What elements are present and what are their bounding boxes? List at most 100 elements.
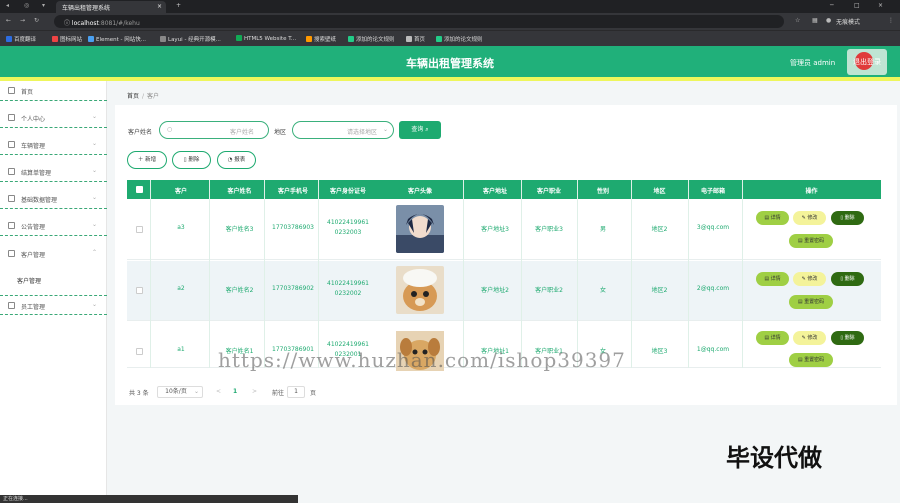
sidebar-item-label: 公告管理 [21, 224, 46, 231]
close-window-icon[interactable]: × [878, 2, 883, 9]
row-checkbox[interactable] [136, 226, 143, 233]
sidebar-item-profile[interactable]: 个人中心 ⌄ [0, 108, 107, 128]
trash-icon: ▯ [840, 276, 844, 282]
add-button[interactable]: ＋ 新增 [127, 151, 167, 169]
sidebar-item-staff[interactable]: 员工管理 ⌄ [0, 295, 107, 315]
maximize-icon[interactable]: □ [854, 2, 860, 9]
edit-button[interactable]: ✎ 修改 [793, 331, 826, 345]
customer-name-input[interactable]: ○ 客户姓名 [159, 121, 269, 139]
trash-icon: ▯ [840, 215, 844, 221]
breadcrumb-separator: / [142, 93, 145, 100]
delete-button[interactable]: ▯ 删除 [172, 151, 211, 169]
browser-tab[interactable]: 车辆出租管理系统 × [56, 1, 166, 13]
row-delete-button[interactable]: ▯ 删除 [831, 211, 864, 225]
sidebar-item-customer[interactable]: 客户管理 ⌃ [0, 244, 107, 264]
chevron-down-icon: ⌄ [194, 388, 200, 395]
new-tab-icon[interactable]: + [176, 2, 181, 9]
sidebar-item-home[interactable]: 首页 [0, 81, 107, 101]
doc-icon: ▤ [764, 335, 770, 341]
sidebar-item-label: 基础数据管理 [21, 197, 58, 204]
bookmark-item[interactable]: 搜索壁纸 [306, 35, 336, 43]
bookmark-item[interactable]: Layui - 经典开源模... [160, 35, 221, 43]
doc-icon: ▤ [797, 299, 803, 305]
bookmark-item[interactable]: HTML5 Website T... [236, 35, 296, 42]
bookmark-item[interactable]: Element - 网站快... [88, 35, 146, 43]
sidebar-item-notice[interactable]: 公告管理 ⌄ [0, 216, 107, 236]
column-divider [318, 180, 319, 368]
cell-email: 3@qq.com [696, 224, 730, 231]
chevron-down-icon: ⌄ [92, 221, 98, 228]
reload-icon[interactable]: ↻ [34, 17, 39, 24]
star-icon[interactable]: ☆ [795, 17, 800, 24]
detail-button[interactable]: ▤ 详情 [756, 331, 789, 345]
reset-password-button[interactable]: ▤ 重置密码 [789, 353, 833, 367]
row-delete-button[interactable]: ▯ 删除 [831, 331, 864, 345]
area-select[interactable]: 请选择地区 ⌄ [292, 121, 394, 139]
bookmark-item[interactable]: 图标网站 [52, 35, 82, 43]
url-field[interactable]: ⓘ localhost:8081/#/kehu [54, 15, 784, 28]
sidebar-item-settlement[interactable]: 结算单管理 ⌄ [0, 162, 107, 182]
cell-area: 地区2 [651, 226, 668, 233]
doc-icon: ▤ [764, 276, 770, 282]
prev-page-button[interactable]: < [216, 388, 221, 395]
close-tab-icon[interactable]: × [157, 3, 162, 10]
cell-job: 客户职业2 [535, 287, 563, 294]
bookmarks-bar: 百度翻译 图标网站 Element - 网站快... Layui - 经典开源模… [0, 30, 900, 46]
sidebar-item-label: 员工管理 [21, 304, 46, 311]
logout-button[interactable]: 退出登录 [847, 49, 887, 75]
row-delete-button[interactable]: ▯ 删除 [831, 272, 864, 286]
column-divider [264, 180, 265, 368]
breadcrumb-home[interactable]: 首页 [127, 93, 139, 100]
search-icon: ○ [167, 126, 173, 133]
select-all-checkbox[interactable] [136, 186, 143, 193]
bookmark-item[interactable]: 百度翻译 [6, 35, 36, 43]
page-unit-label: 页 [310, 390, 317, 397]
app-title: 车辆出租管理系统 [406, 57, 494, 70]
next-page-button[interactable]: > [252, 388, 257, 395]
add-label: 新增 [145, 157, 157, 163]
bookmark-item[interactable]: 添加的论文规则 [436, 35, 483, 43]
column-divider [209, 180, 210, 368]
report-button[interactable]: ◔ 报表 [217, 151, 256, 169]
cell-id: 41022419961 0232002 [327, 280, 369, 297]
edit-button[interactable]: ✎ 修改 [793, 211, 826, 225]
sidebar-subitem-customer[interactable]: 客户管理 [17, 276, 41, 285]
reset-password-button[interactable]: ▤ 重置密码 [789, 234, 833, 248]
edit-button[interactable]: ✎ 修改 [793, 272, 826, 286]
cell-address: 客户地址2 [481, 287, 509, 294]
cell-email: 2@qq.com [696, 285, 730, 292]
query-button[interactable]: 查询 ⌕ [399, 121, 441, 139]
detail-button[interactable]: ▤ 详情 [756, 272, 789, 286]
back-icon[interactable]: ← [6, 17, 11, 24]
database-icon [8, 195, 15, 202]
user-icon [8, 114, 15, 121]
vue-icon: ▾ [42, 2, 46, 9]
bookmark-item[interactable]: 首页 [406, 35, 425, 43]
sidebar-item-cars[interactable]: 车辆管理 ⌄ [0, 135, 107, 155]
user-label: 管理员 admin [790, 59, 836, 67]
row-checkbox[interactable] [136, 348, 143, 355]
extension-icon[interactable]: ▦ [812, 17, 818, 24]
page-number[interactable]: 1 [233, 388, 237, 395]
column-divider [631, 180, 632, 368]
customer-icon [8, 250, 15, 257]
chevron-down-icon: ⌄ [92, 301, 98, 308]
cell-gender: 男 [599, 226, 606, 233]
column-header: 性别 [596, 188, 609, 195]
forward-icon[interactable]: → [20, 17, 25, 24]
column-header: 客户 [174, 188, 187, 195]
globe-icon: ◎ [24, 2, 30, 9]
row-checkbox[interactable] [136, 287, 143, 294]
column-header: 客户手机号 [277, 188, 308, 195]
app-header: 车辆出租管理系统 管理员 admin 退出登录 [0, 46, 900, 77]
profile-icon[interactable]: ● [826, 17, 831, 24]
minimize-icon[interactable]: ─ [830, 2, 834, 9]
menu-icon[interactable]: ⋮ [888, 17, 894, 24]
bookmark-item[interactable]: 添加的论文规则 [348, 35, 395, 43]
detail-button[interactable]: ▤ 详情 [756, 211, 789, 225]
sidebar-item-basedata[interactable]: 基础数据管理 ⌄ [0, 189, 107, 209]
reset-password-button[interactable]: ▤ 重置密码 [789, 295, 833, 309]
receipt-icon [8, 168, 15, 175]
doc-icon: ▤ [797, 357, 803, 363]
back-nav-icon[interactable]: ◂ [6, 2, 9, 9]
